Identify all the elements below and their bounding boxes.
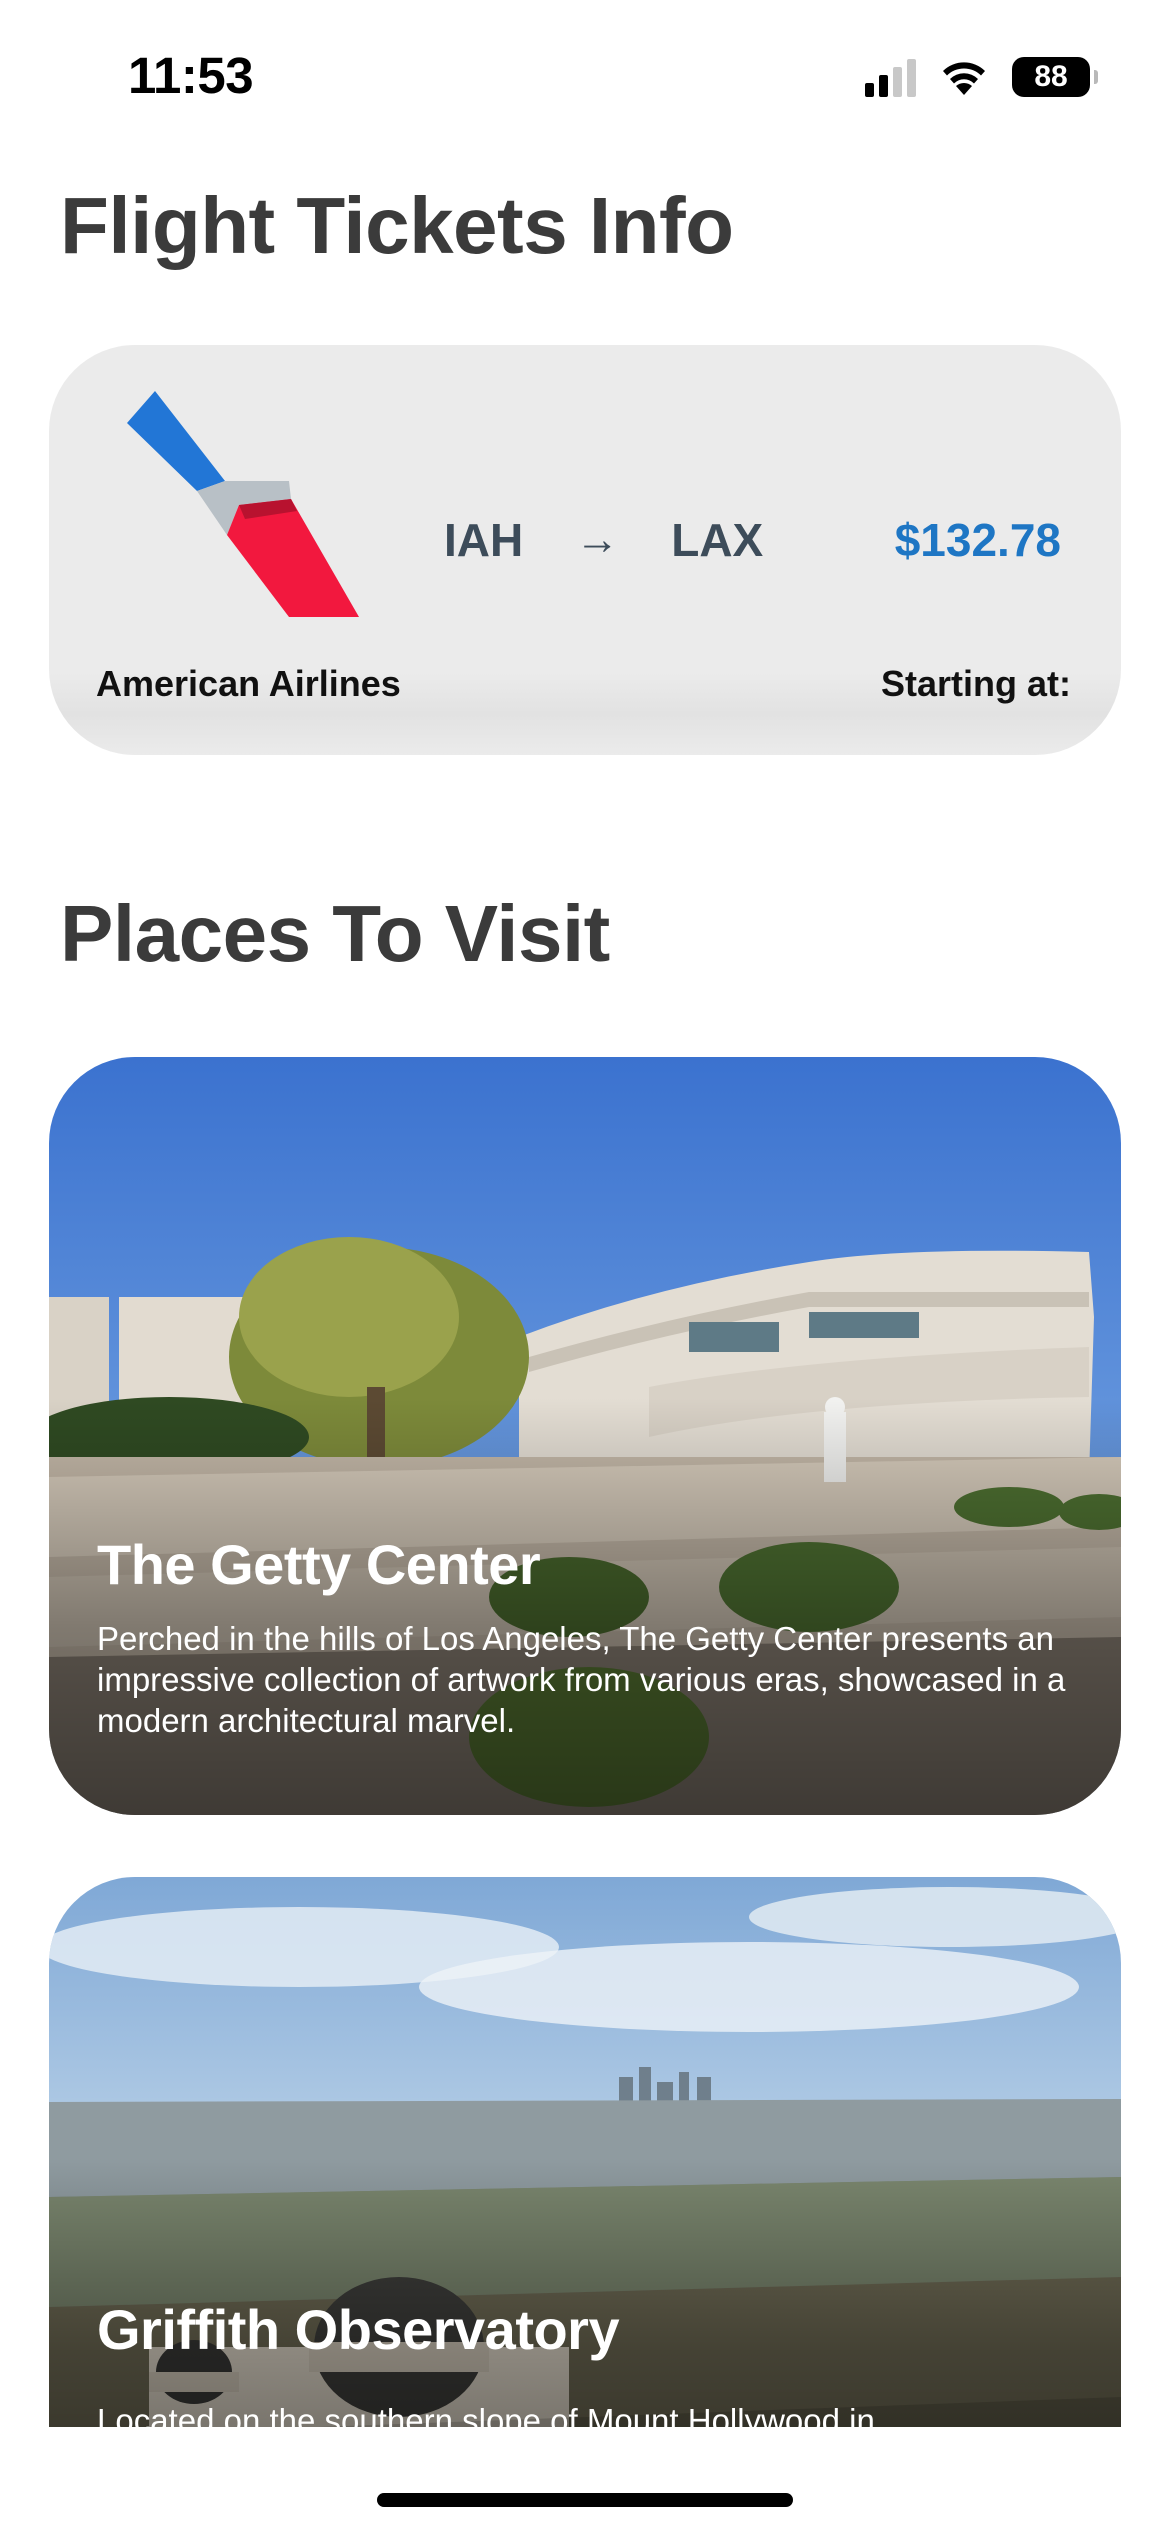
route-arrow-icon: → — [575, 515, 620, 564]
flight-route: IAH → LAX — [444, 513, 763, 567]
home-indicator[interactable] — [377, 2493, 793, 2507]
place-description: Perched in the hills of Los Angeles, The… — [97, 1620, 1066, 1739]
origin-airport-code: IAH — [444, 514, 524, 566]
price-label: Starting at: — [880, 663, 1071, 704]
places-to-visit-title: Places To Visit — [60, 889, 610, 978]
place-name: Griffith Observatory — [97, 2298, 620, 2361]
bottom-safe-area — [0, 2427, 1170, 2532]
place-card-getty-center[interactable]: The Getty Center Perched in the hills of… — [49, 1057, 1121, 1815]
status-bar: 11:53 88 — [0, 0, 1170, 150]
flight-tickets-title: Flight Tickets Info — [60, 181, 734, 270]
wifi-icon — [943, 62, 985, 95]
image-shade-overlay — [49, 1398, 1121, 1815]
battery-icon: 88 — [1012, 57, 1098, 97]
american-airlines-logo-icon — [127, 391, 359, 617]
status-time: 11:53 — [128, 47, 254, 104]
destination-airport-code: LAX — [671, 514, 764, 566]
airline-name: American Airlines — [96, 663, 401, 704]
status-icons: 88 — [865, 54, 1098, 100]
ticket-price: $132.78 — [894, 514, 1061, 566]
flight-ticket-card[interactable]: IAH → LAX $132.78 American Airlines Star… — [49, 345, 1121, 755]
place-name: The Getty Center — [97, 1533, 541, 1596]
cellular-signal-icon — [865, 57, 916, 97]
place-card-griffith-observatory[interactable]: Griffith Observatory Located on the sout… — [49, 1877, 1121, 2502]
